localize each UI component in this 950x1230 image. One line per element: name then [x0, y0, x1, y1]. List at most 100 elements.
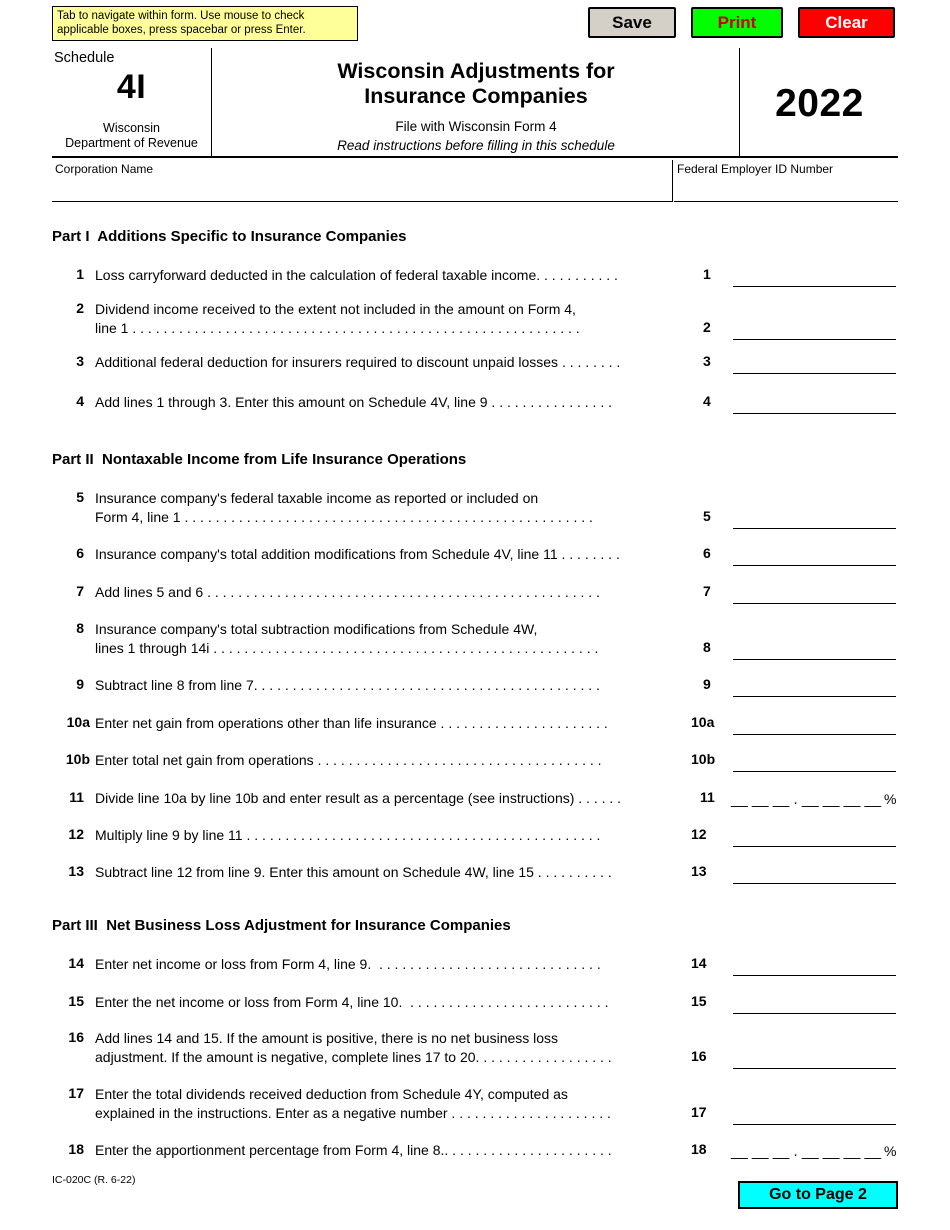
line-13-input[interactable]: [733, 882, 896, 884]
line-5-text: Insurance company's federal taxable inco…: [95, 490, 593, 525]
line-16-number: 16: [68, 1029, 84, 1045]
line-11-text: Divide line 10a by line 10b and enter re…: [95, 790, 622, 806]
line-13-number: 13: [68, 863, 84, 879]
line-12-right-number: 12: [691, 826, 707, 842]
line-13-text: Subtract line 12 from line 9. Enter this…: [95, 864, 612, 880]
clear-button[interactable]: Clear: [798, 7, 895, 38]
line-8-right-number: 8: [703, 639, 711, 655]
agency-line-1: Wisconsin: [103, 121, 160, 135]
line-14-text: Enter net income or loss from Form 4, li…: [95, 956, 601, 972]
line-8-number: 8: [76, 620, 84, 636]
line-10b-input[interactable]: [733, 770, 896, 772]
corporation-name-field[interactable]: Corporation Name: [52, 160, 673, 202]
part-heading-1: Part I Additions Specific to Insurance C…: [52, 228, 407, 245]
line-16-input[interactable]: [733, 1067, 896, 1069]
line-17-text: Enter the total dividends received deduc…: [95, 1086, 611, 1121]
line-15-input[interactable]: [733, 1012, 896, 1014]
part-3-title: Net Business Loss Adjustment for Insuran…: [106, 917, 511, 934]
line-18-right-number: 18: [691, 1141, 707, 1157]
line-10a-text: Enter net gain from operations other tha…: [95, 715, 608, 731]
line-2-right-number: 2: [703, 319, 711, 335]
header-year-block: 2022: [741, 48, 898, 156]
line-3-text: Additional federal deduction for insurer…: [95, 354, 621, 370]
line-4-text: Add lines 1 through 3. Enter this amount…: [95, 394, 612, 410]
line-12-input[interactable]: [733, 845, 896, 847]
agency-line-2: Department of Revenue: [65, 136, 198, 150]
line-9-right-number: 9: [703, 676, 711, 692]
line-14-input[interactable]: [733, 974, 896, 976]
agency-name: Wisconsin Department of Revenue: [52, 121, 211, 151]
line-12-number: 12: [68, 826, 84, 842]
line-1-number: 1: [76, 266, 84, 282]
line-4-right-number: 4: [703, 393, 711, 409]
line-8-input[interactable]: [733, 658, 896, 660]
part-heading-2: Part II Nontaxable Income from Life Insu…: [52, 451, 466, 468]
line-13-right-number: 13: [691, 863, 707, 879]
part-1-title: Additions Specific to Insurance Companie…: [97, 228, 407, 245]
tab-navigation-hint: Tab to navigate within form. Use mouse t…: [52, 6, 358, 41]
read-instructions-note: Read instructions before filling in this…: [337, 138, 615, 153]
page-title-line-1: Wisconsin Adjustments for: [337, 59, 615, 83]
fein-field[interactable]: Federal Employer ID Number: [674, 160, 898, 202]
line-5-number: 5: [76, 489, 84, 505]
line-2-input[interactable]: [733, 338, 896, 340]
line-2-text: Dividend income received to the extent n…: [95, 301, 580, 336]
form-header: Schedule 4I Wisconsin Department of Reve…: [52, 48, 898, 158]
print-button[interactable]: Print: [691, 7, 783, 38]
line-2-number: 2: [76, 300, 84, 316]
schedule-number: 4I: [116, 68, 147, 106]
line-9-number: 9: [76, 676, 84, 692]
line-6-right-number: 6: [703, 545, 711, 561]
line-15-right-number: 15: [691, 993, 707, 1009]
corporation-name-label: Corporation Name: [55, 162, 154, 176]
line-18-percent-input[interactable]: __ __ __ . __ __ __ __: [731, 1143, 881, 1160]
line-6-text: Insurance company's total addition modif…: [95, 546, 620, 562]
line-7-text: Add lines 5 and 6 . . . . . . . . . . . …: [95, 584, 600, 600]
line-10a-number: 10a: [66, 714, 90, 730]
header-title-block: Wisconsin Adjustments for Insurance Comp…: [213, 48, 740, 156]
part-2-label: Part II: [52, 451, 94, 468]
schedule-word: Schedule: [54, 50, 115, 66]
line-8-text: Insurance company's total subtraction mo…: [95, 621, 599, 656]
line-9-input[interactable]: [733, 695, 896, 697]
save-button[interactable]: Save: [588, 7, 676, 38]
line-10a-right-number: 10a: [691, 714, 715, 730]
line-11-number: 11: [69, 789, 84, 805]
line-7-input[interactable]: [733, 602, 896, 604]
line-11-percent-sign: %: [884, 791, 897, 807]
line-1-right-number: 1: [703, 266, 711, 282]
part-heading-3: Part III Net Business Loss Adjustment fo…: [52, 917, 511, 934]
page-title: Wisconsin Adjustments for Insurance Comp…: [213, 59, 739, 109]
form-toolbar: Tab to navigate within form. Use mouse t…: [52, 6, 898, 42]
line-4-input[interactable]: [733, 412, 896, 414]
part-3-label: Part III: [52, 917, 98, 934]
part-1-label: Part I: [52, 228, 90, 245]
line-3-number: 3: [76, 353, 84, 369]
go-to-page-2-button[interactable]: Go to Page 2: [738, 1181, 898, 1209]
line-9-text: Subtract line 8 from line 7. . . . . . .…: [95, 677, 600, 693]
line-10b-text: Enter total net gain from operations . .…: [95, 752, 602, 768]
line-6-input[interactable]: [733, 564, 896, 566]
line-18-text: Enter the apportionment percentage from …: [95, 1142, 612, 1158]
line-12-text: Multiply line 9 by line 11 . . . . . . .…: [95, 827, 601, 843]
line-7-right-number: 7: [703, 583, 711, 599]
form-id: IC-020C (R. 6-22): [52, 1174, 136, 1186]
line-10b-number: 10b: [65, 751, 90, 767]
line-5-input[interactable]: [733, 527, 896, 529]
line-1-input[interactable]: [733, 285, 896, 287]
filing-instruction: File with Wisconsin Form 4: [395, 119, 557, 134]
line-11-percent-input[interactable]: __ __ __ . __ __ __ __: [731, 791, 881, 808]
form-page: Tab to navigate within form. Use mouse t…: [0, 0, 950, 1230]
line-10a-input[interactable]: [733, 733, 896, 735]
line-18-number: 18: [68, 1141, 84, 1157]
header-schedule-block: Schedule 4I Wisconsin Department of Reve…: [52, 48, 212, 156]
line-11-right-number: 11: [700, 789, 715, 805]
page-title-line-2: Insurance Companies: [364, 84, 588, 108]
line-17-input[interactable]: [733, 1123, 896, 1125]
part-2-title: Nontaxable Income from Life Insurance Op…: [102, 451, 467, 468]
line-4-number: 4: [76, 393, 84, 409]
line-18-percent-sign: %: [884, 1143, 897, 1159]
line-5-right-number: 5: [703, 508, 711, 524]
line-14-right-number: 14: [691, 955, 707, 971]
line-3-input[interactable]: [733, 372, 896, 374]
